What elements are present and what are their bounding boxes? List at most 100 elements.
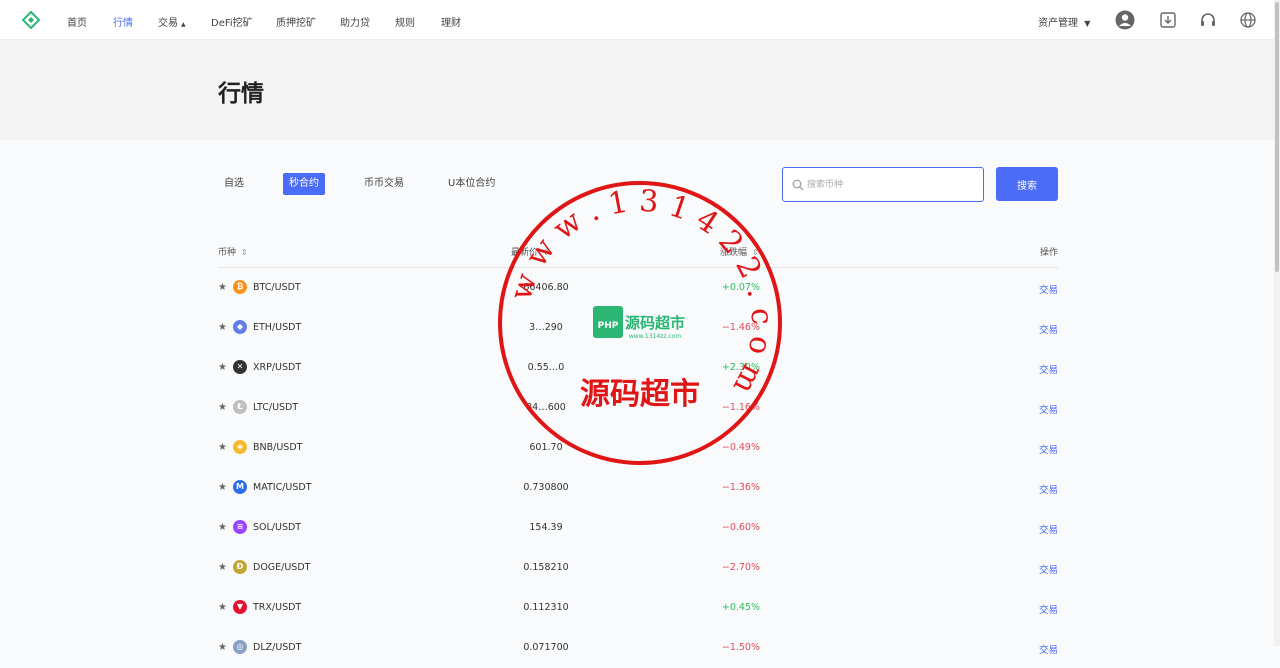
price-change: −2.70%	[721, 562, 760, 573]
sort-icon: ⇕	[240, 248, 248, 257]
favorite-star-icon[interactable]: ★	[218, 482, 227, 493]
user-icon[interactable]	[1115, 10, 1135, 30]
latest-price: 0.158210	[523, 562, 569, 573]
coin-pair: TRX/USDT	[253, 602, 302, 613]
market-tab[interactable]: 自选	[218, 173, 250, 195]
nav-item[interactable]: 质押挖矿	[276, 14, 316, 29]
nav-item[interactable]: 理财	[441, 14, 461, 29]
nav-item[interactable]: 行情	[113, 14, 133, 29]
scrollbar[interactable]	[1274, 0, 1280, 646]
search-button[interactable]: 搜索	[996, 167, 1058, 201]
favorite-star-icon[interactable]: ★	[218, 442, 227, 453]
header-price[interactable]: 最新价 ⇕	[511, 245, 550, 258]
coin-icon: ◎	[233, 640, 247, 654]
coin-glyph: Ð	[236, 562, 244, 571]
nav-item-label: 规则	[395, 18, 415, 29]
coin-icon: ◈	[233, 440, 247, 454]
latest-price: 601.70	[529, 442, 563, 453]
coin-icon: ▼	[233, 600, 247, 614]
coin-pair: XRP/USDT	[253, 362, 302, 373]
trade-link[interactable]: 交易	[1039, 482, 1058, 496]
favorite-star-icon[interactable]: ★	[218, 602, 227, 613]
coin-pair: SOL/USDT	[253, 522, 302, 533]
trade-link[interactable]: 交易	[1039, 562, 1058, 576]
coin-glyph: ◈	[236, 442, 244, 451]
headset-icon[interactable]	[1198, 10, 1218, 30]
table-row[interactable]: ★ M MATIC/USDT 0.730800 −1.36% 交易	[218, 468, 1058, 508]
table-row[interactable]: ★ ▼ TRX/USDT 0.112310 +0.45% 交易	[218, 588, 1058, 628]
favorite-star-icon[interactable]: ★	[218, 562, 227, 573]
coin-icon: ◆	[233, 320, 247, 334]
price-change: −0.60%	[721, 522, 760, 533]
nav-item[interactable]: 规则	[395, 14, 415, 29]
table-row[interactable]: ★ ◆ ETH/USDT 3…290 −1.46% 交易	[218, 308, 1058, 348]
header-change[interactable]: 涨跌幅 ⇕	[720, 245, 759, 258]
nav-item-label: 质押挖矿	[276, 18, 316, 29]
nav-item[interactable]: 首页	[67, 14, 87, 29]
logo-icon[interactable]	[22, 11, 40, 29]
price-change: −1.36%	[721, 482, 760, 493]
coin-glyph: Ł	[237, 402, 243, 411]
favorite-star-icon[interactable]: ★	[218, 362, 227, 373]
coin-icon: ≡	[233, 520, 247, 534]
trade-link[interactable]: 交易	[1039, 282, 1058, 296]
market-tab[interactable]: U本位合约	[442, 173, 501, 195]
nav-item[interactable]: DeFi挖矿	[211, 14, 253, 29]
price-change: −1.16%	[721, 402, 760, 413]
latest-price: 0.071700	[523, 642, 569, 653]
favorite-star-icon[interactable]: ★	[218, 402, 227, 413]
table-header: 币种 ⇕ 最新价 ⇕ 涨跌幅 ⇕ 操作	[218, 240, 1058, 268]
table-row[interactable]: ★ Ł LTC/USDT 84…600 −1.16% 交易	[218, 388, 1058, 428]
coin-pair: MATIC/USDT	[253, 482, 312, 493]
globe-icon[interactable]	[1238, 10, 1258, 30]
favorite-star-icon[interactable]: ★	[218, 642, 227, 653]
market-tab[interactable]: 币币交易	[358, 173, 410, 195]
latest-price: 0.112310	[523, 602, 569, 613]
coin-pair: LTC/USDT	[253, 402, 299, 413]
sort-icon: ⇕	[751, 248, 759, 257]
trade-link[interactable]: 交易	[1039, 442, 1058, 456]
coin-glyph: M	[236, 482, 244, 491]
price-change: −0.49%	[721, 442, 760, 453]
table-row[interactable]: ★ Ð DOGE/USDT 0.158210 −2.70% 交易	[218, 548, 1058, 588]
favorite-star-icon[interactable]: ★	[218, 522, 227, 533]
trade-link[interactable]: 交易	[1039, 522, 1058, 536]
header-coin[interactable]: 币种 ⇕	[218, 245, 248, 258]
nav-item[interactable]: 助力贷	[340, 14, 370, 29]
favorite-star-icon[interactable]: ★	[218, 282, 227, 293]
trade-link[interactable]: 交易	[1039, 642, 1058, 656]
latest-price: 0.730800	[523, 482, 569, 493]
coin-glyph: ◎	[236, 642, 244, 651]
latest-price: 0.55…0	[527, 362, 565, 373]
search-icon	[792, 179, 804, 191]
nav-item[interactable]: 交易 ▲	[158, 14, 186, 29]
table-row[interactable]: ★ ◎ DLZ/USDT 0.071700 −1.50% 交易	[218, 628, 1058, 668]
nav-item-label: 助力贷	[340, 18, 370, 29]
latest-price: 154.39	[529, 522, 563, 533]
table-row[interactable]: ★ ◈ BNB/USDT 601.70 −0.49% 交易	[218, 428, 1058, 468]
favorite-star-icon[interactable]: ★	[218, 322, 227, 333]
table-row[interactable]: ★ ✕ XRP/USDT 0.55…0 +2.30% 交易	[218, 348, 1058, 388]
market-tab[interactable]: 秒合约	[283, 173, 325, 195]
coin-icon: ✕	[233, 360, 247, 374]
search-box	[782, 167, 984, 202]
nav-item-label: 理财	[441, 18, 461, 29]
download-icon[interactable]	[1158, 10, 1178, 30]
trade-link[interactable]: 交易	[1039, 402, 1058, 416]
search-input[interactable]	[807, 177, 977, 193]
price-change: −1.50%	[721, 642, 760, 653]
asset-management-menu[interactable]: 资产管理 ▼	[1038, 14, 1090, 29]
table-row[interactable]: ★ ₿ BTC/USDT 66406.80 +0.07% 交易	[218, 268, 1058, 308]
coin-pair: ETH/USDT	[253, 322, 302, 333]
trade-link[interactable]: 交易	[1039, 362, 1058, 376]
asset-management-label: 资产管理	[1038, 18, 1078, 29]
header-action: 操作	[1039, 248, 1058, 258]
price-change: −1.46%	[721, 322, 760, 333]
trade-link[interactable]: 交易	[1039, 602, 1058, 616]
latest-price: 84…600	[526, 402, 566, 413]
nav-item-label: 首页	[67, 18, 87, 29]
trade-link[interactable]: 交易	[1039, 322, 1058, 336]
table-row[interactable]: ★ ≡ SOL/USDT 154.39 −0.60% 交易	[218, 508, 1058, 548]
scrollbar-thumb[interactable]	[1275, 2, 1279, 272]
header-coin-label: 币种	[218, 248, 237, 258]
